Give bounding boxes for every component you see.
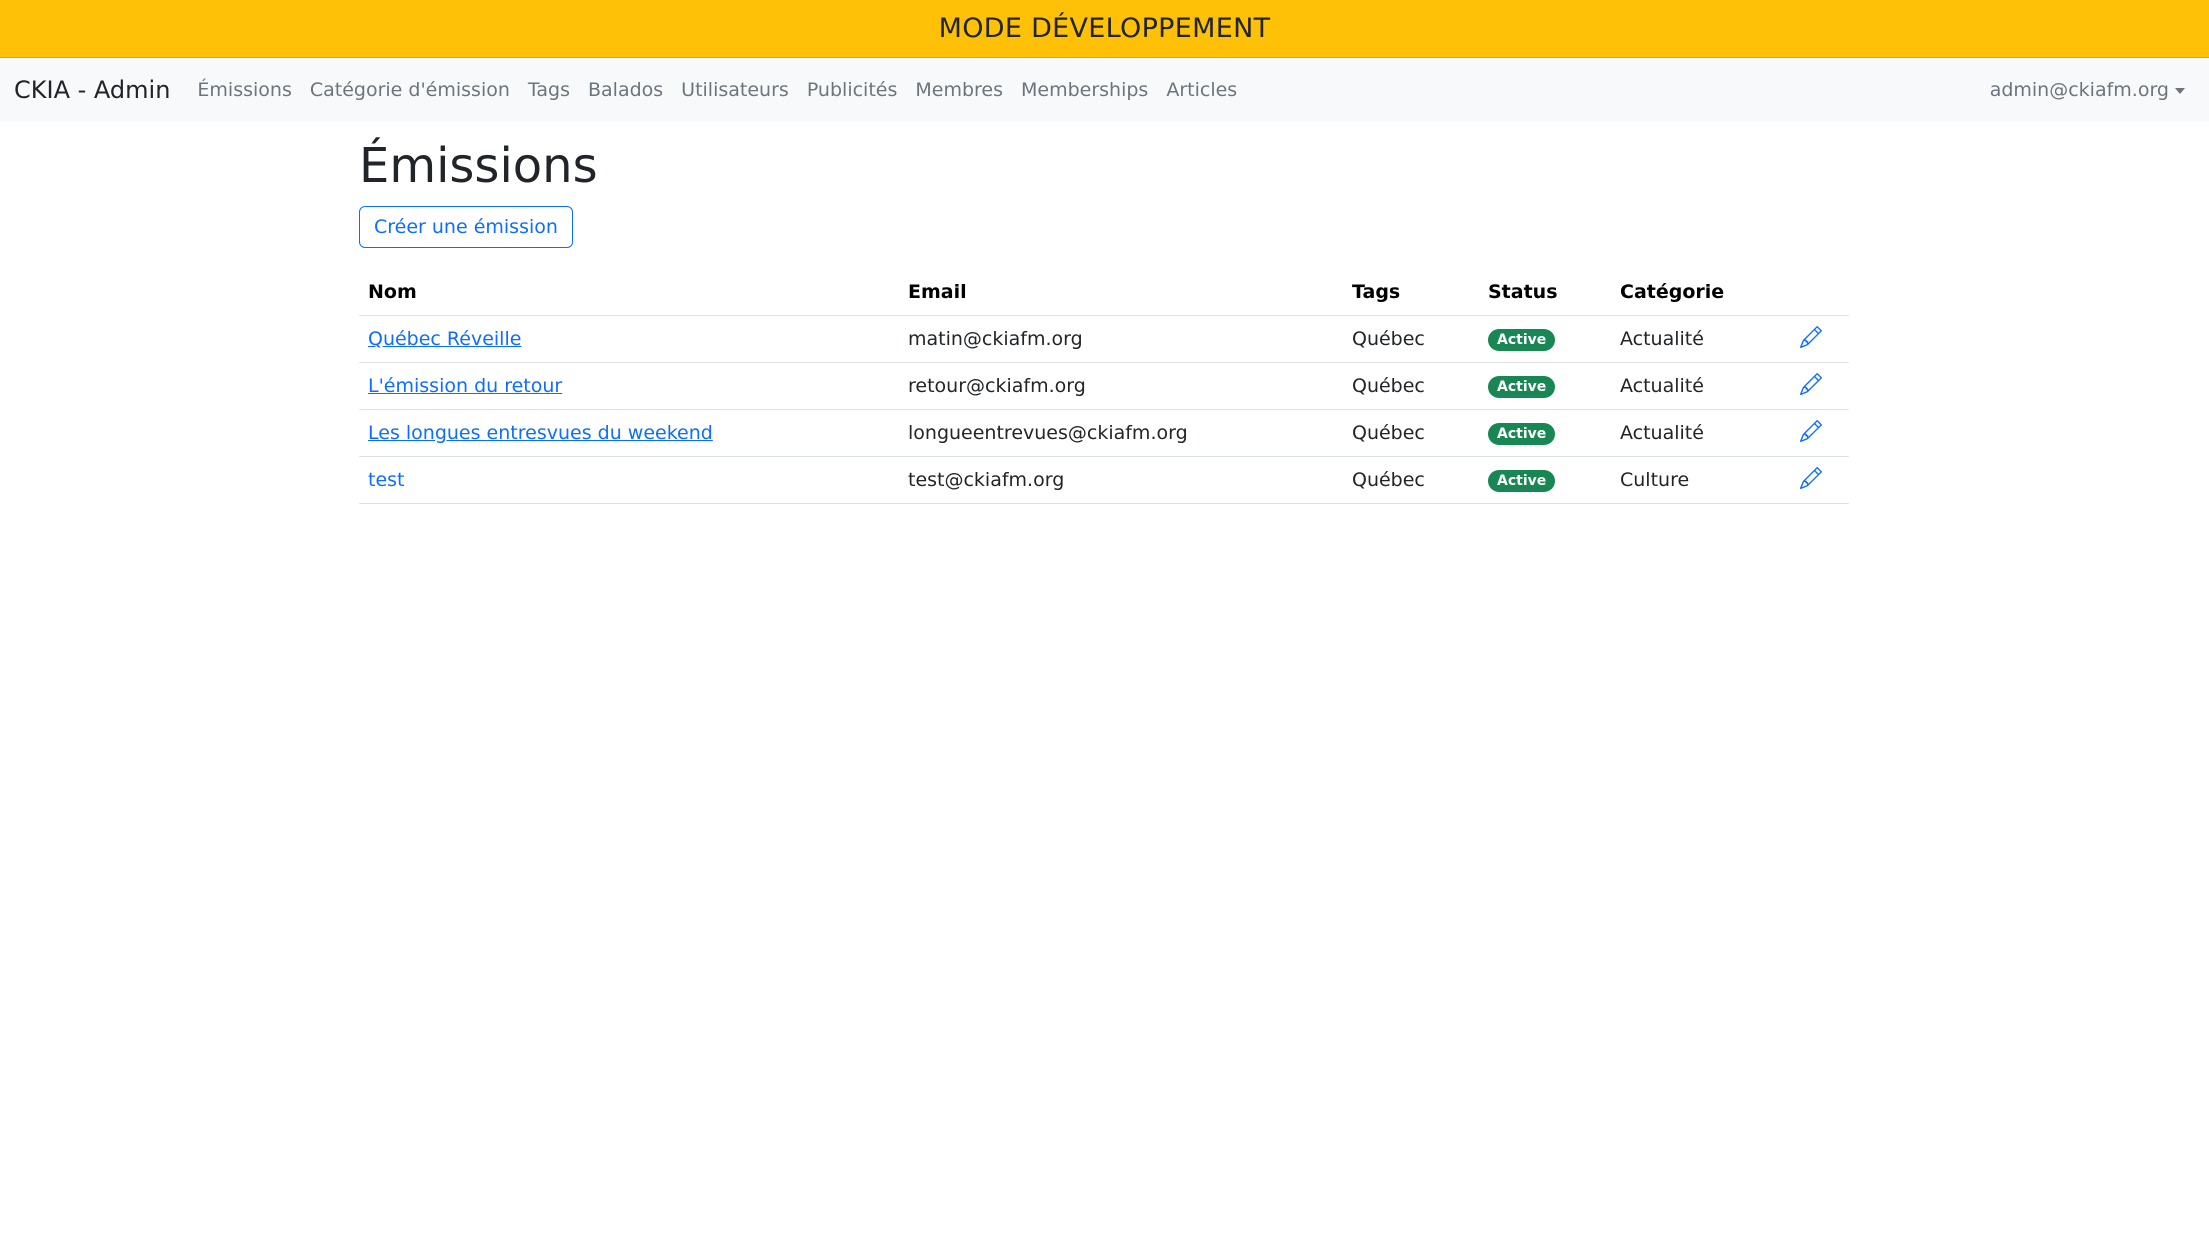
table-row: L'émission du retour retour@ckiafm.org Q…: [359, 362, 1849, 411]
cell-nom: test: [359, 456, 899, 505]
emission-link[interactable]: Les longues entresvues du weekend: [368, 422, 713, 444]
cell-categorie: Actualité: [1611, 362, 1791, 411]
nav-link-membres[interactable]: Membres: [915, 79, 1003, 101]
pencil-icon[interactable]: [1800, 466, 1822, 489]
cell-status: Active: [1479, 315, 1611, 364]
create-emission-button[interactable]: Créer une émission: [359, 205, 573, 248]
nav-link-emissions[interactable]: Émissions: [197, 79, 291, 101]
emission-link[interactable]: Québec Réveille: [368, 328, 521, 350]
cell-email: retour@ckiafm.org: [899, 362, 1343, 411]
table-row: Les longues entresvues du weekend longue…: [359, 409, 1849, 458]
navbar-brand[interactable]: CKIA - Admin: [14, 76, 170, 104]
status-badge: Active: [1488, 469, 1556, 493]
pencil-icon[interactable]: [1800, 325, 1822, 348]
pencil-icon[interactable]: [1800, 372, 1822, 395]
pencil-icon[interactable]: [1800, 419, 1822, 442]
nav-link-publicites[interactable]: Publicités: [807, 79, 898, 101]
cell-tags: Québec: [1343, 409, 1479, 458]
cell-tags: Québec: [1343, 362, 1479, 411]
header-actions: [1791, 269, 1849, 317]
user-email: admin@ckiafm.org: [1989, 79, 2169, 101]
nav-links: Émissions Catégorie d'émission Tags Bala…: [197, 58, 1255, 122]
cell-tags: Québec: [1343, 315, 1479, 364]
header-email: Email: [899, 269, 1343, 317]
nav-link-tags[interactable]: Tags: [528, 79, 570, 101]
cell-categorie: Actualité: [1611, 409, 1791, 458]
header-nom: Nom: [359, 269, 899, 317]
nav-link-memberships[interactable]: Memberships: [1021, 79, 1148, 101]
cell-email: test@ckiafm.org: [899, 456, 1343, 505]
cell-categorie: Culture: [1611, 456, 1791, 505]
nav-link-balados[interactable]: Balados: [588, 79, 663, 101]
cell-nom: Les longues entresvues du weekend: [359, 409, 899, 458]
caret-down-icon: [2175, 88, 2185, 94]
nav-link-utilisateurs[interactable]: Utilisateurs: [681, 79, 789, 101]
cell-categorie: Actualité: [1611, 315, 1791, 364]
nav-link-categorie-emission[interactable]: Catégorie d'émission: [310, 79, 510, 101]
user-menu-dropdown[interactable]: admin@ckiafm.org: [1990, 58, 2185, 122]
header-status: Status: [1479, 269, 1611, 317]
cell-tags: Québec: [1343, 456, 1479, 505]
status-badge: Active: [1488, 375, 1556, 399]
cell-actions: [1791, 362, 1849, 411]
dev-mode-text: MODE DÉVELOPPEMENT: [938, 13, 1271, 44]
cell-status: Active: [1479, 362, 1611, 411]
cell-nom: L'émission du retour: [359, 362, 899, 411]
nav-link-articles[interactable]: Articles: [1166, 79, 1237, 101]
status-badge: Active: [1488, 422, 1556, 446]
page-title: Émissions: [359, 138, 598, 194]
header-tags: Tags: [1343, 269, 1479, 317]
table-header-row: Nom Email Tags Status Catégorie: [359, 269, 1849, 317]
cell-status: Active: [1479, 456, 1611, 505]
header-categorie: Catégorie: [1611, 269, 1791, 317]
table-row: Québec Réveille matin@ckiafm.org Québec …: [359, 315, 1849, 364]
emission-link[interactable]: L'émission du retour: [368, 375, 562, 397]
dev-mode-banner: MODE DÉVELOPPEMENT: [0, 0, 2209, 58]
cell-email: matin@ckiafm.org: [899, 315, 1343, 364]
emissions-table: Nom Email Tags Status Catégorie Québec R…: [359, 269, 1849, 505]
top-navbar: CKIA - Admin Émissions Catégorie d'émiss…: [0, 58, 2209, 122]
cell-actions: [1791, 315, 1849, 364]
table-row: test test@ckiafm.org Québec Active Cultu…: [359, 456, 1849, 505]
emission-link[interactable]: test: [368, 469, 405, 491]
main-content: Émissions Créer une émission Nom Email T…: [359, 122, 1849, 505]
cell-status: Active: [1479, 409, 1611, 458]
cell-actions: [1791, 409, 1849, 458]
cell-actions: [1791, 456, 1849, 505]
cell-email: longueentrevues@ckiafm.org: [899, 409, 1343, 458]
status-badge: Active: [1488, 328, 1556, 352]
cell-nom: Québec Réveille: [359, 315, 899, 364]
